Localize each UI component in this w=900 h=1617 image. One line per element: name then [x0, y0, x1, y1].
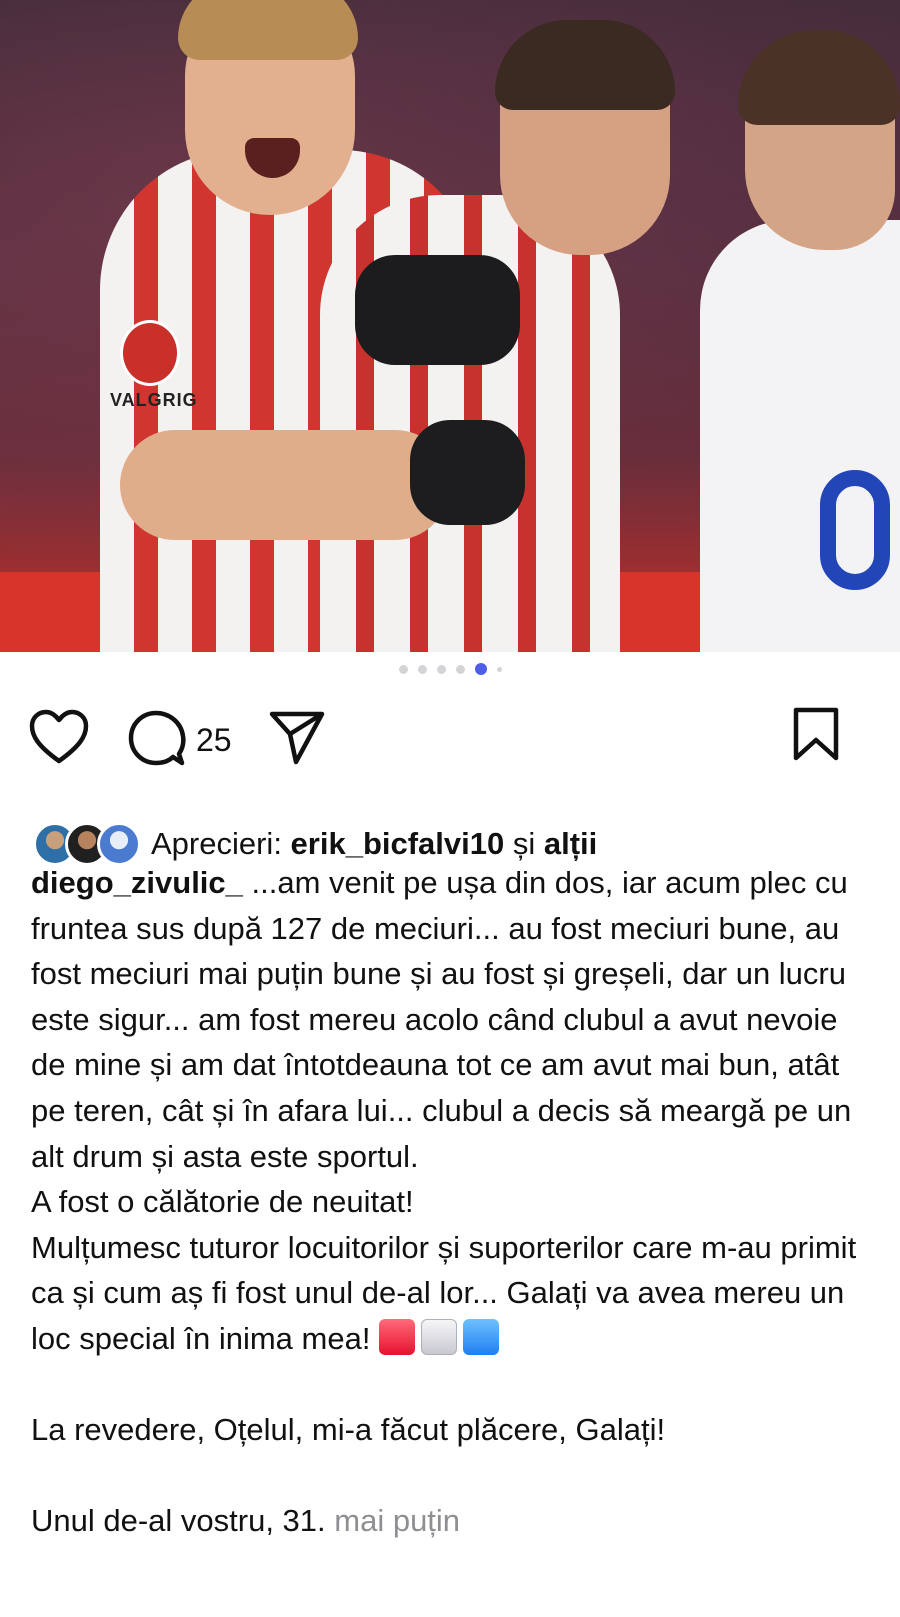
- caption-text: ...am venit pe ușa din dos, iar acum ple…: [31, 865, 852, 1174]
- post-caption: diego_zivulic_ ...am venit pe ușa din do…: [31, 860, 876, 1544]
- caption-text: Unul de-al vostru, 31.: [31, 1503, 335, 1539]
- liker-username[interactable]: erik_bicfalvi10: [291, 826, 505, 861]
- like-button[interactable]: [28, 708, 90, 766]
- carousel-dot: [398, 664, 408, 674]
- glove: [355, 255, 520, 365]
- comment-button[interactable]: [127, 708, 187, 768]
- show-less-link[interactable]: mai puțin: [334, 1503, 460, 1538]
- caption-line: A fost o călătorie de neuitat!: [31, 1184, 414, 1220]
- carousel-dot: [417, 664, 427, 674]
- action-bar: 25: [0, 700, 900, 775]
- save-button[interactable]: [792, 706, 840, 762]
- post-photo[interactable]: VALGRIG: [0, 0, 900, 652]
- carousel-dot-active: [474, 663, 487, 675]
- likes-prefix: Aprecieri:: [151, 826, 291, 861]
- comment-bubble-icon: [128, 710, 186, 766]
- caption-line: Mulțumesc tuturor locuitorilor și suport…: [31, 1225, 876, 1362]
- carousel-indicator: [0, 662, 900, 676]
- red-square-emoji: [379, 1318, 416, 1355]
- bookmark-icon: [793, 707, 839, 761]
- blue-square-emoji: [463, 1318, 500, 1355]
- caption-line: Unul de-al vostru, 31. mai puțin: [31, 1498, 876, 1544]
- carousel-dot: [455, 664, 465, 674]
- comment-count: 25: [196, 722, 232, 758]
- cup-badge: [120, 320, 180, 386]
- shirt-number: [820, 470, 890, 590]
- carousel-dot: [436, 664, 446, 674]
- carousel-dot: [496, 666, 502, 672]
- caption-spacer: [31, 1362, 876, 1408]
- glove: [410, 420, 525, 525]
- likes-text: Aprecieri: erik_bicfalvi10 și alții: [151, 826, 597, 862]
- paper-plane-icon: [269, 711, 325, 765]
- likes-others[interactable]: alții: [544, 826, 597, 861]
- sponsor-text: VALGRIG: [110, 390, 198, 410]
- caption-paragraph: diego_zivulic_ ...am venit pe ușa din do…: [31, 860, 876, 1179]
- share-button[interactable]: [268, 708, 326, 766]
- caption-username[interactable]: diego_zivulic_: [31, 865, 243, 900]
- white-square-emoji: [421, 1318, 458, 1355]
- player-right-body: [700, 220, 900, 652]
- caption-spacer: [31, 1453, 876, 1499]
- likes-connector: și: [504, 826, 544, 861]
- caption-line: La revedere, Oțelul, mi-a făcut plăcere,…: [31, 1412, 666, 1448]
- heart-icon: [29, 709, 89, 764]
- player-left-hair: [178, 0, 358, 60]
- player-arm: [120, 430, 450, 540]
